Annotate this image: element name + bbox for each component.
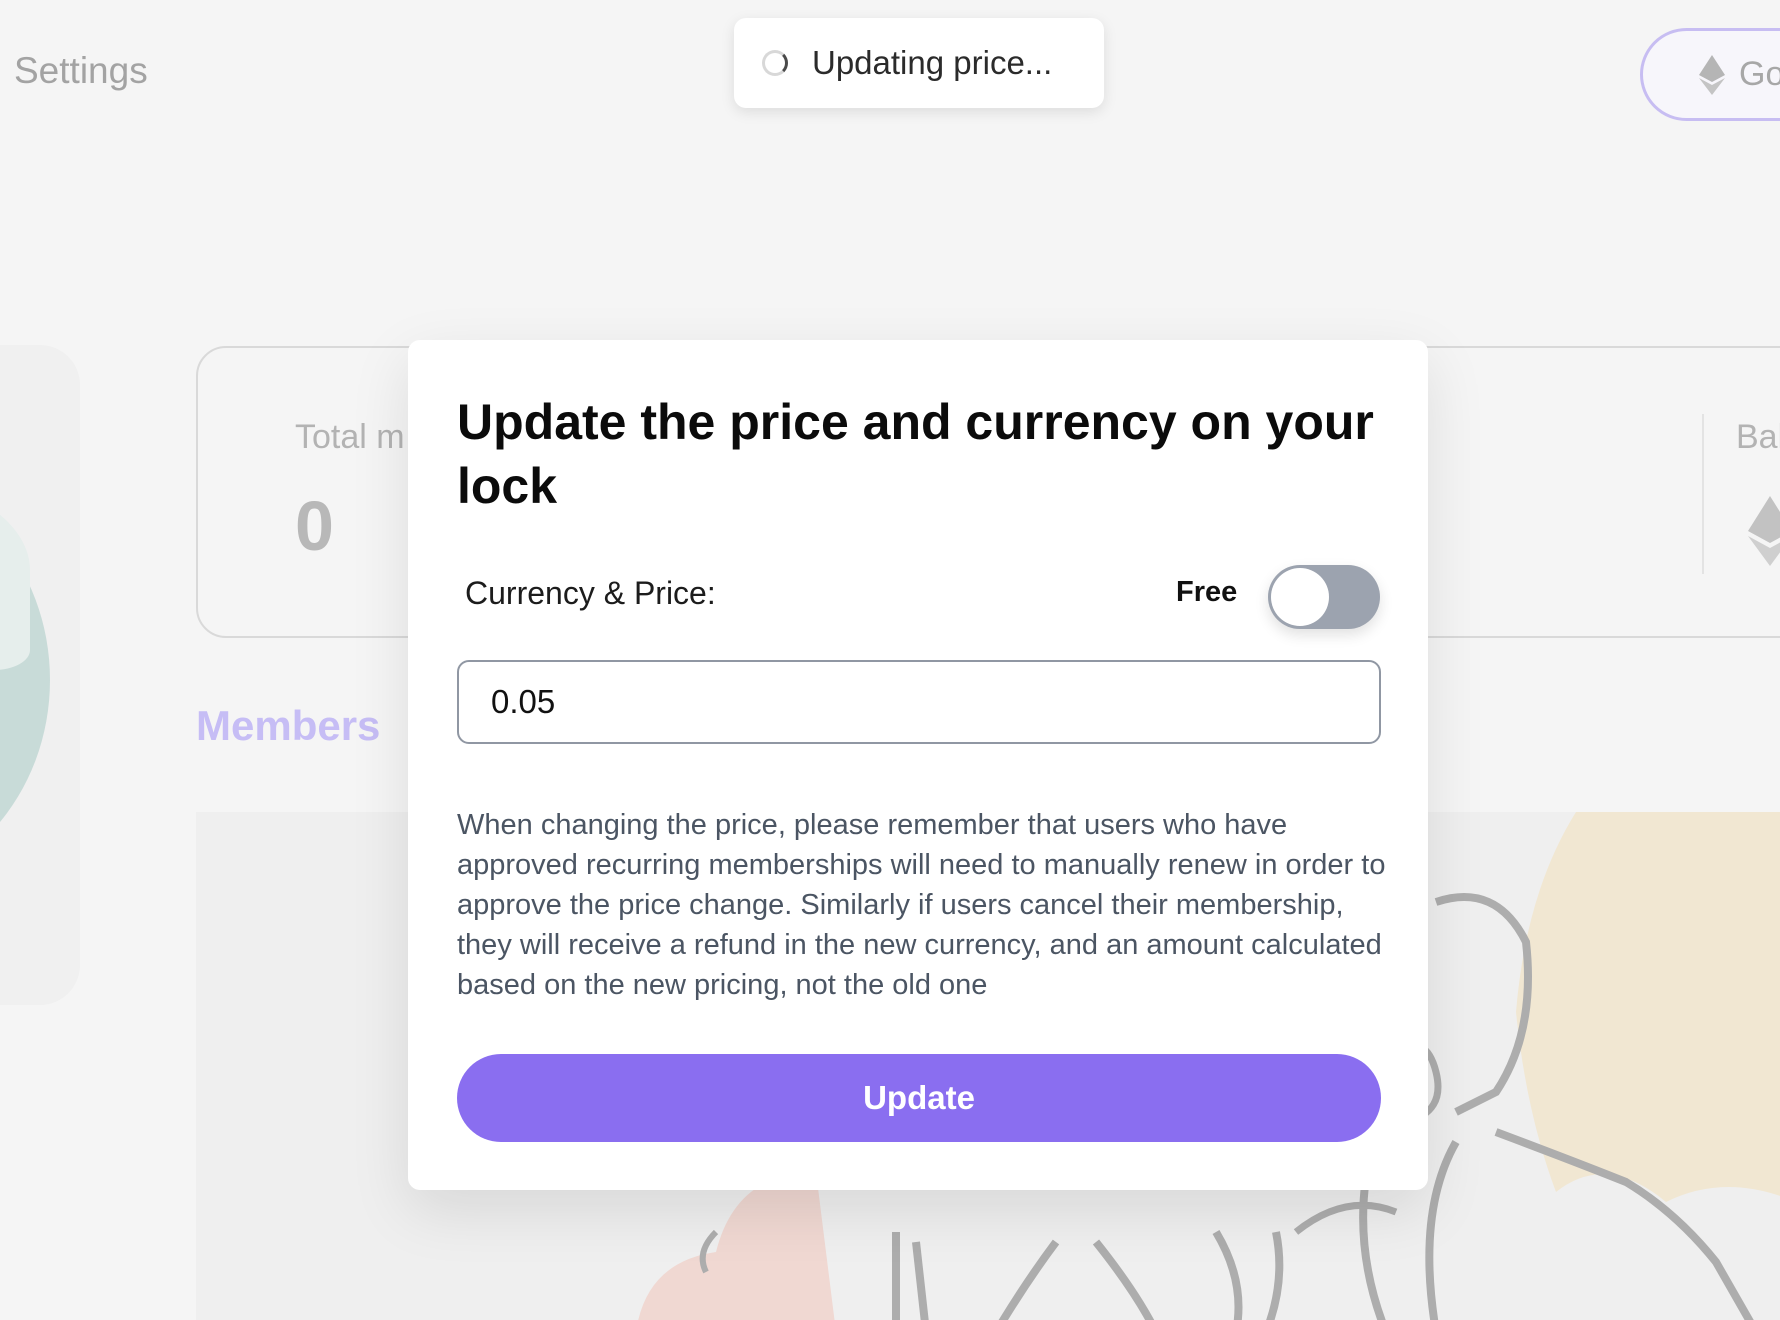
total-members-value: 0 (295, 487, 334, 565)
page: Settings Go Total m 0 Bal Members (0, 0, 1780, 1320)
status-toast: Updating price... (734, 18, 1104, 108)
network-button[interactable]: Go (1640, 28, 1780, 121)
ethereum-icon (1748, 496, 1780, 566)
update-price-modal: Update the price and currency on your lo… (408, 340, 1428, 1190)
total-members-label: Total m (295, 418, 405, 456)
spinner-icon (762, 50, 788, 76)
price-change-info: When changing the price, please remember… (457, 809, 1386, 1001)
balance-label: Bal (1736, 418, 1780, 456)
toggle-knob (1271, 568, 1329, 626)
stats-divider (1702, 414, 1704, 574)
toast-message: Updating price... (812, 44, 1053, 81)
ethereum-icon (1699, 54, 1725, 95)
network-button-label: Go (1739, 55, 1780, 93)
members-heading: Members (196, 702, 381, 749)
price-input[interactable] (457, 660, 1381, 744)
currency-price-label: Currency & Price: (465, 575, 716, 611)
update-button[interactable]: Update (457, 1054, 1381, 1142)
free-toggle[interactable] (1268, 565, 1380, 629)
settings-nav-link[interactable]: Settings (14, 50, 148, 92)
free-label: Free (1176, 576, 1238, 608)
modal-title: Update the price and currency on your lo… (457, 394, 1374, 514)
